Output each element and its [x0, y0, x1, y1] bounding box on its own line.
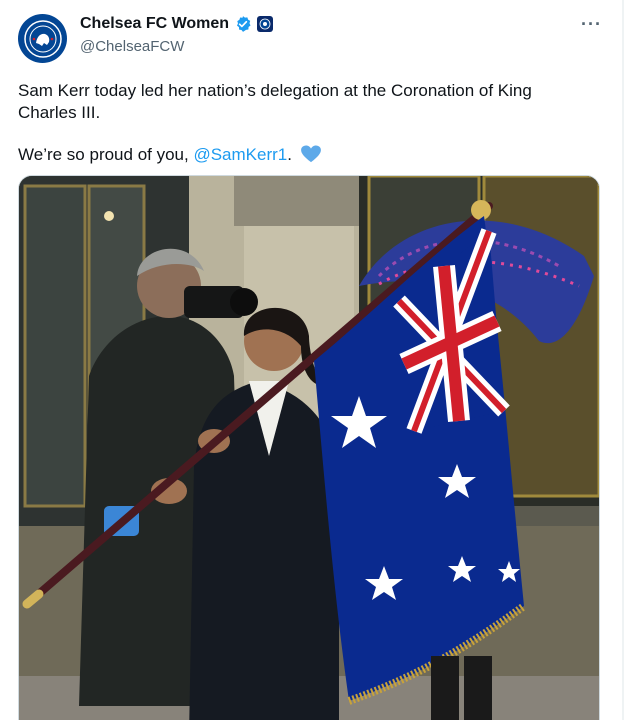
avatar[interactable] — [18, 14, 67, 63]
tweet-text-line2: We’re so proud of you, @SamKerr1. — [18, 144, 588, 166]
verified-badge-icon — [237, 16, 251, 32]
tweet-photo[interactable] — [18, 175, 600, 720]
blue-heart-icon — [300, 145, 321, 163]
chelsea-crest-icon — [23, 19, 62, 58]
more-options-button[interactable]: ··· — [581, 14, 602, 35]
tweet-text-line1: Sam Kerr today led her nation’s delegati… — [18, 81, 532, 122]
affiliate-badge-icon — [257, 16, 274, 32]
tweet-text-suffix: . — [287, 145, 292, 164]
author-handle[interactable]: @ChelseaFCW — [80, 38, 184, 55]
author-name-row[interactable]: Chelsea FC Women — [80, 15, 274, 33]
tweet-text-prefix: We’re so proud of you, — [18, 145, 194, 164]
mention-link[interactable]: @SamKerr1 — [193, 145, 287, 164]
author-name[interactable]: Chelsea FC Women — [80, 15, 229, 33]
tweet-text: Sam Kerr today led her nation’s delegati… — [18, 80, 588, 166]
tweet-card: Chelsea FC Women @ChelseaFCW ··· Sam Ker… — [0, 0, 624, 720]
photo-scene — [19, 176, 599, 720]
